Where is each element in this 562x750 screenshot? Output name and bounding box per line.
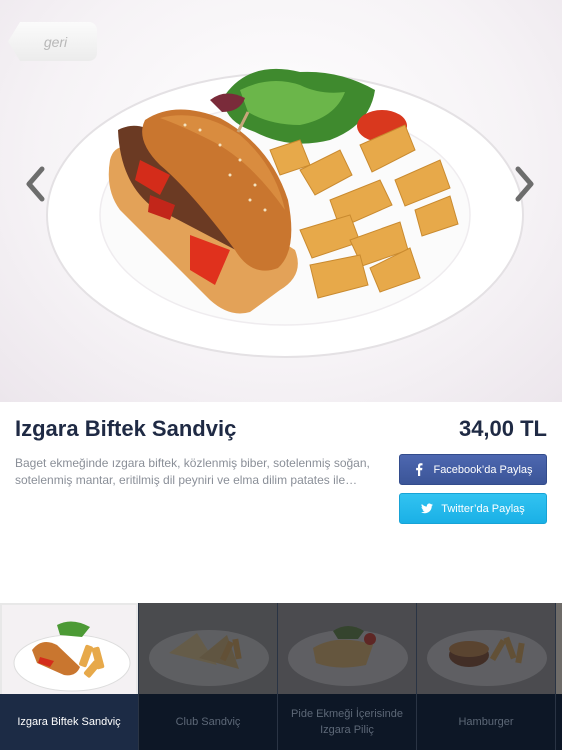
back-button[interactable]: geri: [8, 22, 97, 61]
thumbnail-image: [556, 603, 562, 694]
thumbnail-item-partial[interactable]: [556, 603, 562, 750]
product-hero-image: geri: [0, 0, 562, 402]
twitter-share-button[interactable]: Twitter’da Paylaş: [399, 493, 547, 524]
thumbnail-label: Pide Ekmeği İçerisinde Izgara Piliç: [278, 694, 416, 750]
chevron-left-icon[interactable]: [24, 166, 46, 202]
thumbnail-image: [417, 603, 555, 694]
product-price: 34,00 TL: [458, 416, 547, 441]
thumbnail-label: Club Sandviç: [139, 694, 277, 750]
product-title: Izgara Biftek Sandviç: [15, 416, 237, 441]
thumbnail-label: Hamburger: [417, 694, 555, 750]
thumbnail-label-partial: [556, 694, 562, 750]
thumbnail-item[interactable]: Pide Ekmeği İçerisinde Izgara Piliç: [278, 603, 417, 750]
product-description: Baget ekmeğinde ızgara biftek, közlenmiş…: [15, 456, 370, 487]
thumbnail-dim-overlay: [139, 603, 277, 694]
thumbnail-item[interactable]: Hamburger: [417, 603, 556, 750]
thumbnail-dim-overlay: [278, 603, 416, 694]
thumbnail-image: [278, 603, 416, 694]
twitter-icon: [421, 502, 434, 516]
thumbnail-image: [139, 603, 277, 694]
facebook-share-button[interactable]: Facebook’da Paylaş: [399, 454, 547, 485]
product-thumbnail-bar: Izgara Biftek Sandviç Club Sandviç Pide …: [0, 603, 562, 750]
thumbnail-item[interactable]: Izgara Biftek Sandviç: [0, 603, 139, 750]
chevron-right-icon[interactable]: [514, 166, 536, 202]
facebook-icon: [413, 463, 425, 477]
twitter-share-label: Twitter’da Paylaş: [441, 502, 525, 515]
thumbnail-dim-overlay: [417, 603, 555, 694]
thumbnail-image: [0, 603, 138, 694]
facebook-share-label: Facebook’da Paylaş: [433, 463, 533, 476]
thumbnail-item[interactable]: Club Sandviç: [139, 603, 278, 750]
thumbnail-label: Izgara Biftek Sandviç: [0, 694, 138, 750]
